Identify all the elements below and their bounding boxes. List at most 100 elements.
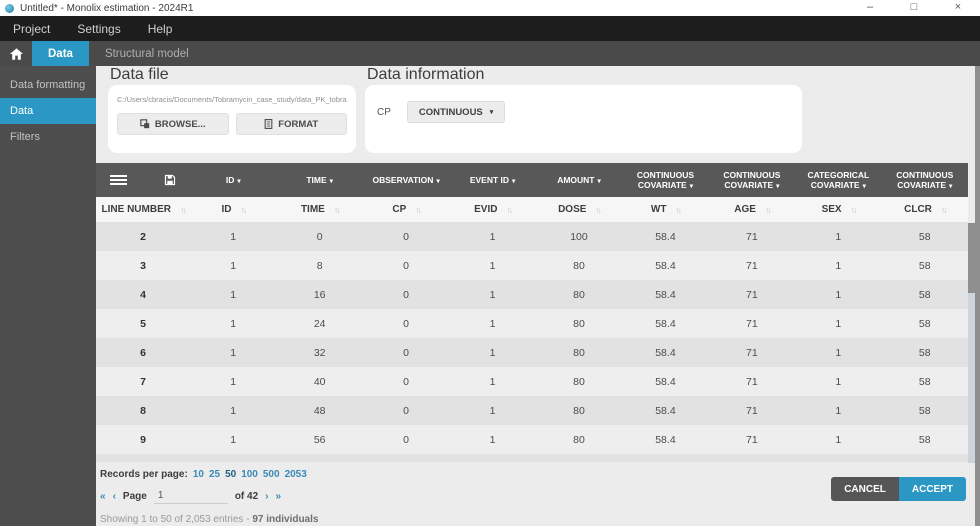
chevron-down-icon: ▾ bbox=[330, 178, 333, 185]
table-cell: 1 bbox=[190, 251, 276, 280]
table-row: 8148018058.471158 bbox=[96, 396, 968, 425]
menu-hamburger-icon[interactable] bbox=[110, 175, 127, 186]
cp-field-label: CP bbox=[377, 107, 391, 118]
table-cell: 80 bbox=[536, 396, 622, 425]
type-header-label: AMOUNT▾ bbox=[557, 175, 601, 186]
prev-page-button[interactable]: ‹ bbox=[113, 491, 116, 502]
type-header-dropdown[interactable]: AMOUNT▾ bbox=[536, 163, 622, 197]
browse-icon bbox=[140, 119, 150, 129]
type-header-dropdown[interactable]: CONTINUOUS COVARIATE▾ bbox=[882, 163, 968, 197]
format-button[interactable]: FORMAT bbox=[236, 113, 348, 135]
column-header-label: CLCR bbox=[904, 204, 932, 215]
chevron-down-icon: ▾ bbox=[949, 183, 952, 190]
table-scrollbar[interactable] bbox=[968, 223, 975, 463]
table-cell: 1 bbox=[795, 280, 881, 309]
scrollbar-thumb[interactable] bbox=[968, 223, 975, 293]
table-cell: 80 bbox=[536, 251, 622, 280]
chevron-down-icon: ▾ bbox=[490, 109, 494, 116]
table-cell: 40 bbox=[276, 367, 362, 396]
type-header-label: OBSERVATION▾ bbox=[373, 175, 440, 186]
sort-icon[interactable]: ↑↓ bbox=[941, 205, 946, 215]
tab-data[interactable]: Data bbox=[32, 41, 89, 66]
sort-icon[interactable]: ↑↓ bbox=[506, 205, 511, 215]
type-header-label: CONTINUOUS COVARIATE▾ bbox=[630, 170, 700, 191]
table-cell: 1 bbox=[795, 425, 881, 454]
table-cell: 56 bbox=[276, 425, 362, 454]
type-header-dropdown[interactable]: CONTINUOUS COVARIATE▾ bbox=[709, 163, 795, 197]
format-icon bbox=[264, 119, 273, 129]
records-option[interactable]: 10 bbox=[193, 469, 204, 480]
table-cell: 58.4 bbox=[622, 338, 708, 367]
browse-button[interactable]: BROWSE... bbox=[117, 113, 229, 135]
column-header-label: CP bbox=[392, 204, 406, 215]
entries-summary: Showing 1 to 50 of 2,053 entries - 97 in… bbox=[100, 514, 968, 525]
column-header-label: DOSE bbox=[558, 204, 586, 215]
table-cell: 80 bbox=[536, 425, 622, 454]
sort-icon[interactable]: ↑↓ bbox=[334, 205, 339, 215]
column-header-label: SEX bbox=[822, 204, 842, 215]
menu-help[interactable]: Help bbox=[148, 22, 173, 36]
table-cell: 1 bbox=[449, 425, 535, 454]
menu-bar: Project Settings Help bbox=[0, 16, 980, 41]
sort-icon[interactable]: ↑↓ bbox=[595, 205, 600, 215]
menu-settings[interactable]: Settings bbox=[77, 22, 120, 36]
accept-button[interactable]: ACCEPT bbox=[899, 477, 966, 501]
chevron-down-icon: ▾ bbox=[436, 178, 439, 185]
type-header-dropdown[interactable]: EVENT ID▾ bbox=[449, 163, 535, 197]
table-cell: 1 bbox=[190, 367, 276, 396]
maximize-button[interactable]: □ bbox=[892, 0, 936, 16]
type-header-dropdown[interactable]: CATEGORICAL COVARIATE▾ bbox=[795, 163, 881, 197]
first-page-button[interactable]: « bbox=[100, 491, 106, 502]
menu-project[interactable]: Project bbox=[13, 22, 50, 36]
table-cell: 1 bbox=[190, 396, 276, 425]
page-input[interactable] bbox=[154, 488, 228, 504]
type-header-dropdown[interactable]: CONTINUOUS COVARIATE▾ bbox=[622, 163, 708, 197]
sort-icon[interactable]: ↑↓ bbox=[765, 205, 770, 215]
records-option[interactable]: 500 bbox=[263, 469, 280, 480]
table-cell: 58 bbox=[882, 425, 968, 454]
records-options: 10 25 50 100 500 2053 bbox=[193, 469, 307, 480]
sidebar-item-data[interactable]: Data bbox=[0, 98, 96, 124]
save-icon[interactable] bbox=[164, 174, 176, 186]
next-page-button[interactable]: › bbox=[265, 491, 268, 502]
records-option[interactable]: 25 bbox=[209, 469, 220, 480]
records-option[interactable]: 2053 bbox=[285, 469, 307, 480]
sidebar-item-filters[interactable]: Filters bbox=[0, 124, 96, 150]
tab-structural-model[interactable]: Structural model bbox=[89, 41, 205, 66]
close-button[interactable]: × bbox=[936, 0, 980, 16]
table-cell: 0 bbox=[363, 309, 449, 338]
type-header-label: ID▾ bbox=[226, 175, 241, 186]
home-button[interactable] bbox=[0, 41, 32, 66]
minimize-button[interactable]: – bbox=[848, 0, 892, 16]
table-cell: 58.4 bbox=[622, 251, 708, 280]
sort-icon[interactable]: ↑↓ bbox=[240, 205, 245, 215]
table-cell: 80 bbox=[536, 367, 622, 396]
type-header-dropdown[interactable]: TIME▾ bbox=[276, 163, 362, 197]
cp-type-value: CONTINUOUS bbox=[419, 107, 483, 118]
cp-type-dropdown[interactable]: CONTINUOUS ▾ bbox=[407, 101, 505, 123]
table-cell: 71 bbox=[709, 338, 795, 367]
line-number-cell: 4 bbox=[96, 280, 190, 309]
table-cell: 1 bbox=[795, 222, 881, 251]
sort-icon[interactable]: ↑↓ bbox=[675, 205, 680, 215]
column-header: AGE ↑↓ bbox=[709, 197, 795, 222]
table-cell: 1 bbox=[449, 280, 535, 309]
individuals-count: 97 individuals bbox=[252, 514, 318, 525]
records-option[interactable]: 100 bbox=[241, 469, 258, 480]
type-header-dropdown[interactable]: OBSERVATION▾ bbox=[363, 163, 449, 197]
table-cell: 71 bbox=[709, 309, 795, 338]
table-cell: 58 bbox=[882, 309, 968, 338]
table-cell: 1 bbox=[449, 309, 535, 338]
type-header-dropdown[interactable]: ID▾ bbox=[190, 163, 276, 197]
sort-icon[interactable]: ↑↓ bbox=[415, 205, 420, 215]
column-header: WT↑↓ bbox=[622, 197, 708, 222]
records-option[interactable]: 50 bbox=[225, 469, 236, 480]
sort-icon[interactable]: ↑↓ bbox=[851, 205, 856, 215]
sort-icon[interactable]: ↑↓ bbox=[180, 205, 185, 215]
type-header-label: CONTINUOUS COVARIATE▾ bbox=[717, 170, 787, 191]
column-header-label: AGE bbox=[734, 204, 756, 215]
last-page-button[interactable]: » bbox=[276, 491, 282, 502]
cancel-button[interactable]: CANCEL bbox=[831, 477, 899, 501]
sidebar-item-data-formatting[interactable]: Data formatting bbox=[0, 72, 96, 98]
table-cell: 58.4 bbox=[622, 396, 708, 425]
